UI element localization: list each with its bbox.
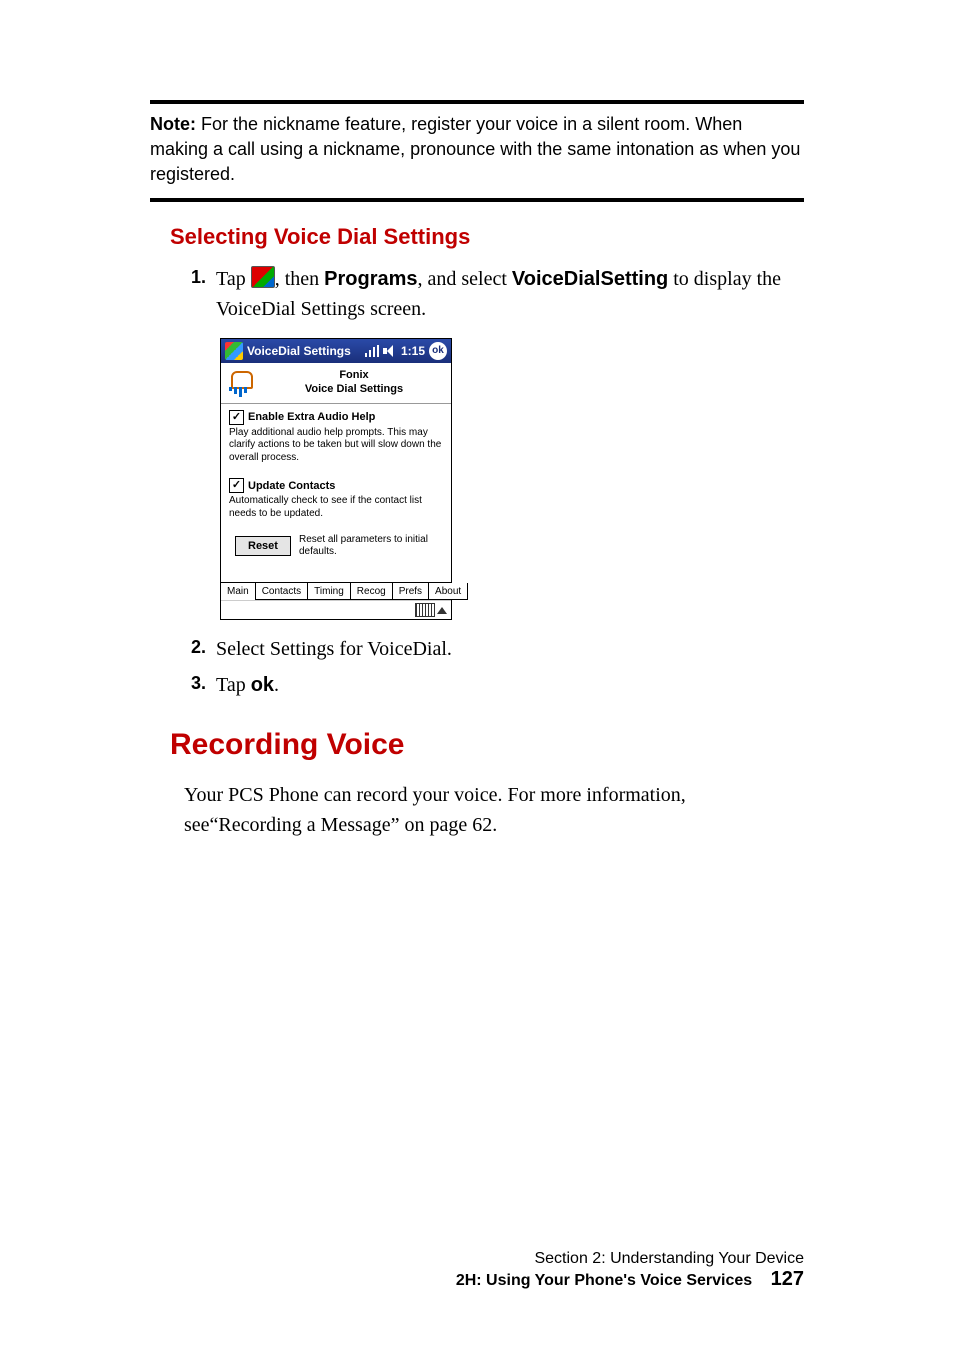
tab-prefs[interactable]: Prefs [393, 583, 429, 600]
footer-section: Section 2: Understanding Your Device [0, 1250, 804, 1268]
voicedial-app-icon [227, 369, 255, 397]
step3-post: . [274, 674, 279, 696]
tab-recog[interactable]: Recog [351, 583, 393, 600]
step3-ok: ok [251, 674, 274, 696]
step-number: 3. [182, 670, 206, 697]
checkbox-enable-audio-help[interactable]: ✓ [229, 410, 244, 425]
step3-pre: Tap [216, 674, 251, 696]
step1-mid1: , then [275, 268, 324, 290]
footer-chapter: 2H: Using Your Phone's Voice Services [456, 1272, 752, 1289]
reset-desc: Reset all parameters to initial defaults… [299, 534, 443, 558]
speaker-icon [383, 345, 397, 357]
checkbox-update-contacts[interactable]: ✓ [229, 478, 244, 493]
windows-flag-icon [225, 342, 243, 360]
opt2-label: Update Contacts [248, 480, 335, 492]
ppc-time: 1:15 [401, 344, 425, 358]
step1-mid2: , and select [418, 268, 512, 290]
reset-button[interactable]: Reset [235, 536, 291, 556]
note-block: Note: For the nickname feature, register… [150, 100, 804, 202]
tab-timing[interactable]: Timing [308, 583, 351, 600]
opt1-desc: Play additional audio help prompts. This… [229, 427, 443, 465]
note-label: Note: [150, 114, 196, 134]
step-number: 2. [182, 634, 206, 661]
heading-recording-voice: Recording Voice [170, 728, 804, 762]
ppc-subtitle: Voice Dial Settings [263, 383, 445, 396]
sip-up-icon[interactable] [437, 607, 447, 614]
note-text: For the nickname feature, register your … [150, 114, 800, 184]
step-3: 3. Tap ok. [182, 670, 804, 700]
opt2-desc: Automatically check to see if the contac… [229, 495, 443, 520]
signal-icon [365, 345, 379, 357]
page-footer: Section 2: Understanding Your Device 2H:… [0, 1250, 954, 1291]
footer-page-number: 127 [771, 1268, 804, 1290]
step-number: 1. [182, 264, 206, 291]
tab-contacts[interactable]: Contacts [256, 583, 308, 600]
tab-main[interactable]: Main [221, 583, 256, 600]
ppc-titlebar: VoiceDial Settings 1:15 ok [221, 339, 451, 363]
ppc-header: Fonix Voice Dial Settings [221, 363, 451, 404]
option-enable-audio-help: ✓ Enable Extra Audio Help Play additiona… [229, 410, 443, 465]
keyboard-icon[interactable] [415, 603, 435, 617]
step1-pre: Tap [216, 268, 251, 290]
ppc-brand: Fonix [263, 369, 445, 382]
opt1-label: Enable Extra Audio Help [248, 411, 375, 423]
embedded-screenshot: VoiceDial Settings 1:15 ok Fonix Voice D… [220, 338, 804, 621]
ppc-title-text: VoiceDial Settings [247, 344, 351, 358]
step-1: 1. Tap , then Programs, and select Voice… [182, 264, 804, 324]
tab-bar: Main Contacts Timing Recog Prefs About [221, 582, 451, 600]
step2-text: Select Settings for VoiceDial. [216, 634, 804, 664]
step1-programs: Programs [324, 268, 417, 290]
section-heading: Selecting Voice Dial Settings [170, 224, 804, 250]
ok-button[interactable]: ok [429, 342, 447, 360]
step-2: 2. Select Settings for VoiceDial. [182, 634, 804, 664]
option-update-contacts: ✓ Update Contacts Automatically check to… [229, 478, 443, 520]
step1-voicedialsetting: VoiceDialSetting [512, 268, 668, 290]
recording-voice-paragraph: Your PCS Phone can record your voice. Fo… [184, 780, 744, 840]
start-icon [251, 266, 275, 288]
tab-about[interactable]: About [429, 583, 468, 600]
